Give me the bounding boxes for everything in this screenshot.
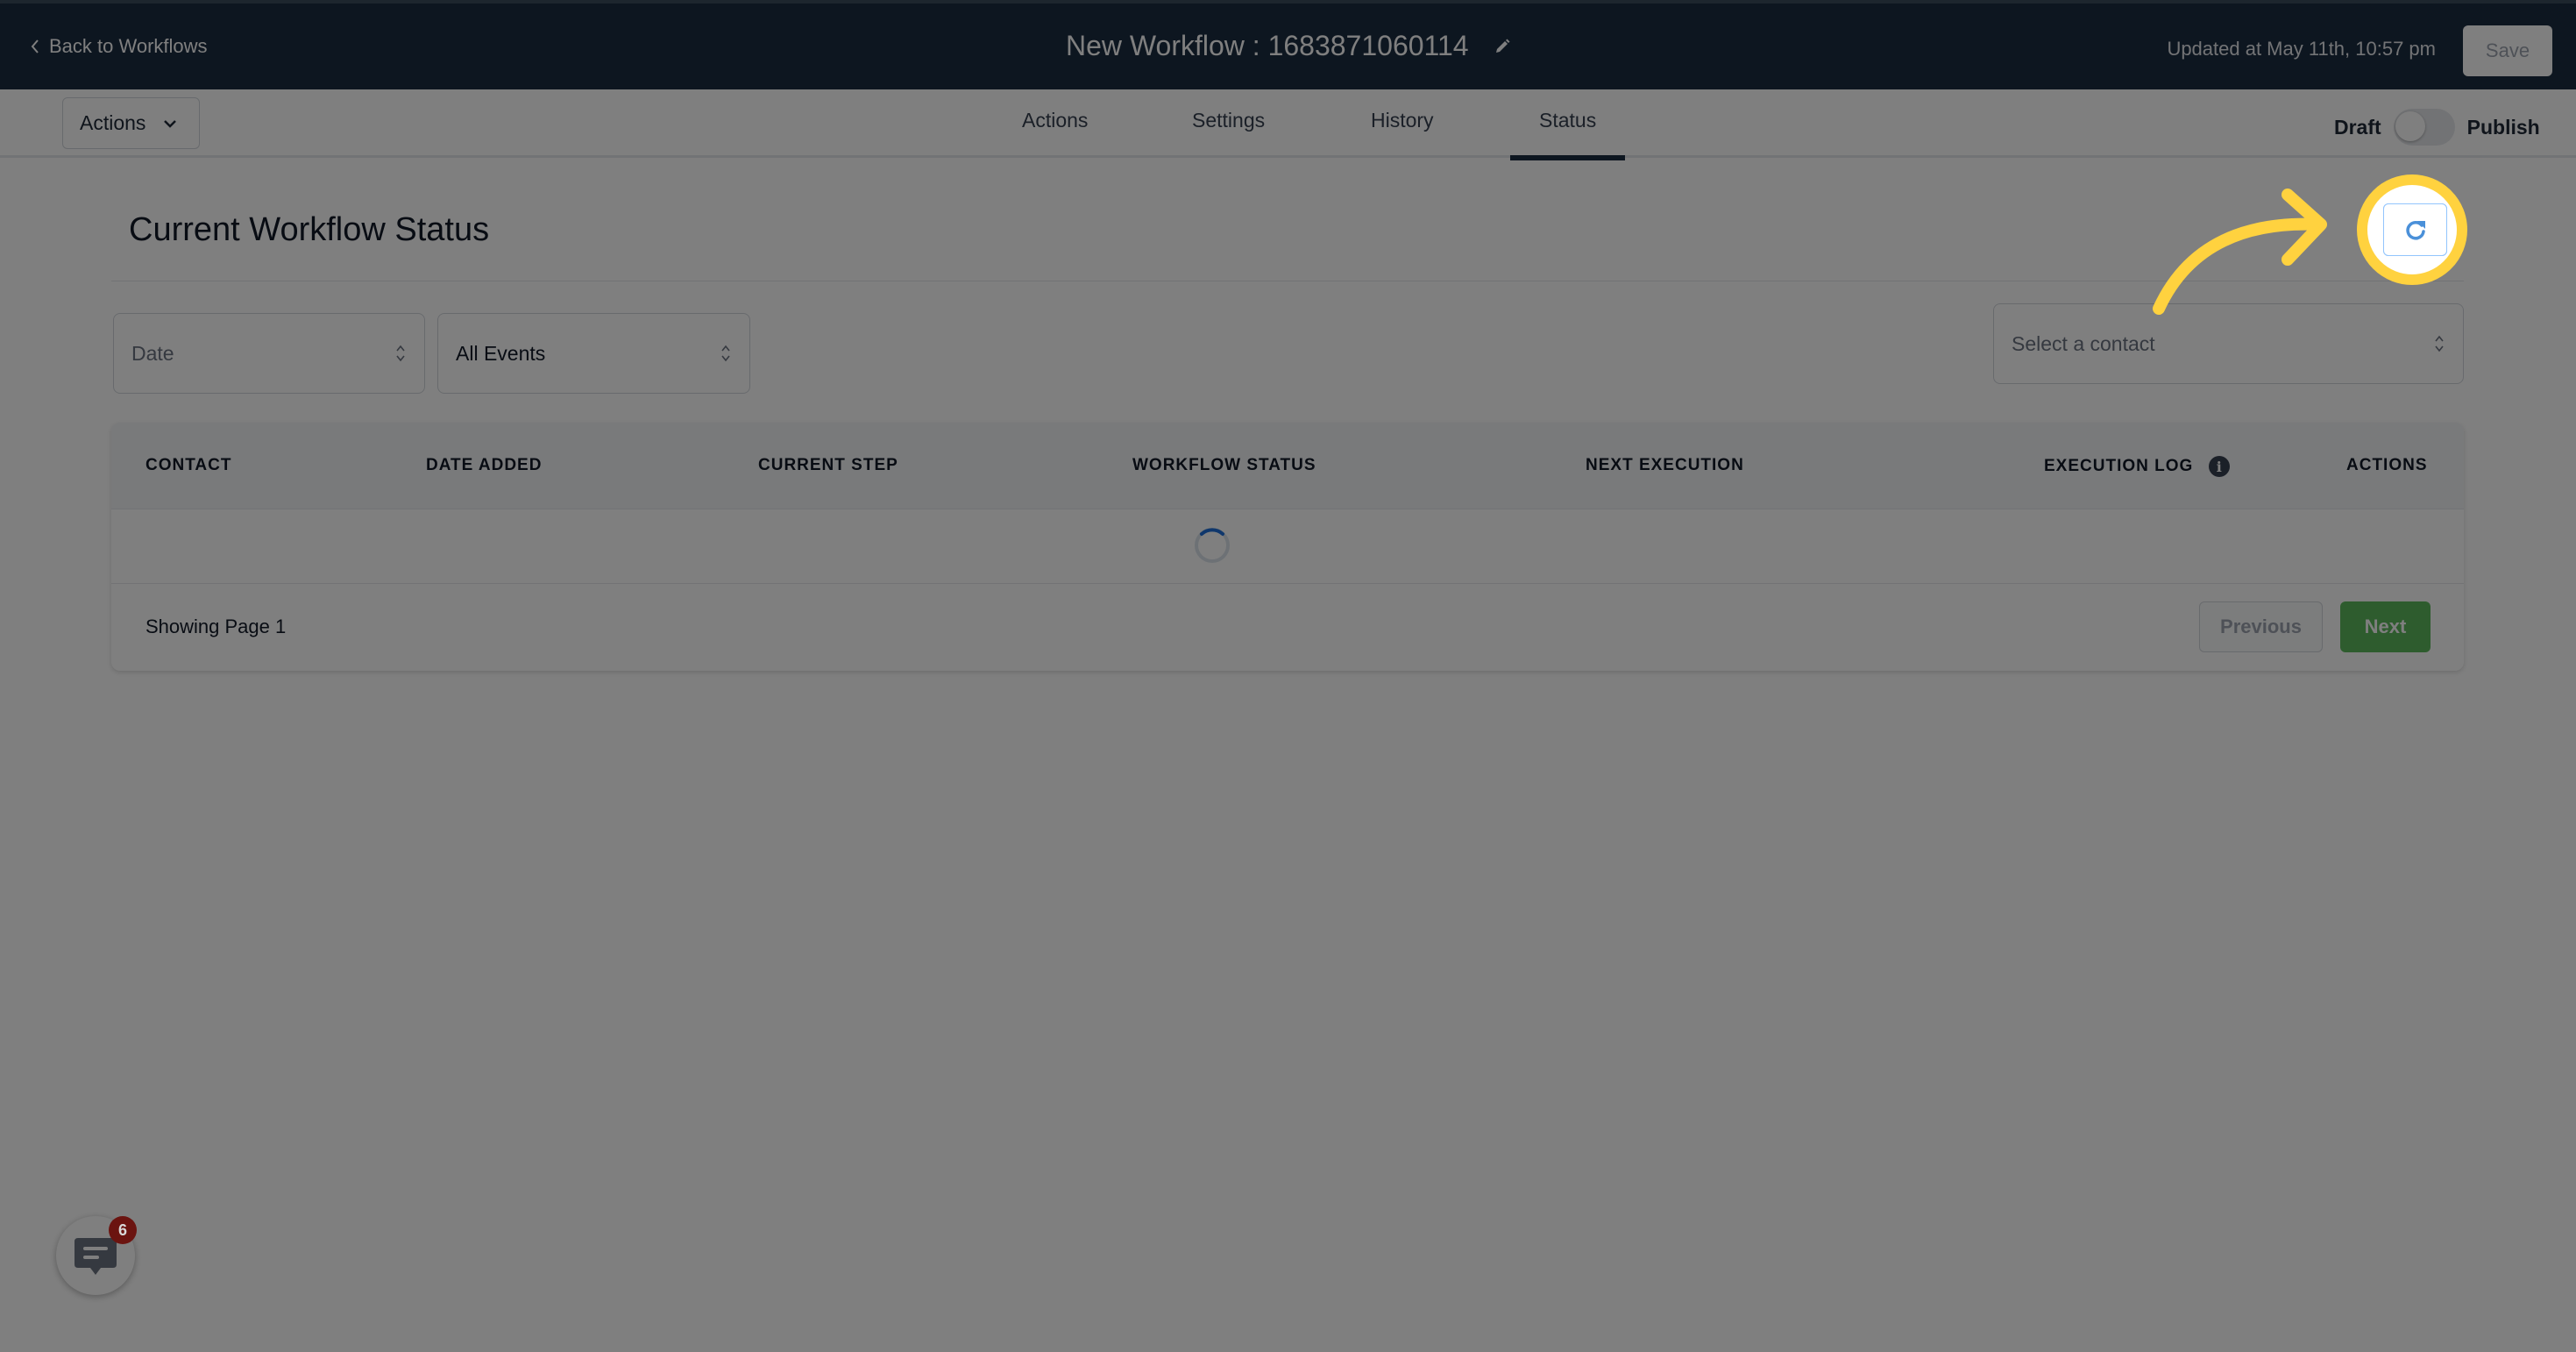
annotation-arrow-shaft (2153, 217, 2324, 315)
pencil-edit-icon[interactable] (1494, 38, 1511, 55)
column-header-actions: ACTIONS (2346, 456, 2428, 474)
save-button[interactable]: Save (2463, 25, 2552, 76)
next-page-button[interactable]: Next (2340, 601, 2431, 652)
publish-label: Publish (2466, 115, 2540, 139)
tutorial-annotation (2153, 174, 2467, 315)
date-filter-select[interactable]: Date (113, 313, 425, 394)
tab-actions[interactable]: Actions (1022, 109, 1088, 132)
pagination-status: Showing Page 1 (145, 616, 287, 637)
column-header-workflow-status: WORKFLOW STATUS (1132, 456, 1316, 474)
draft-label: Draft (2334, 115, 2381, 139)
tab-history[interactable]: History (1371, 109, 1434, 132)
updated-timestamp: Updated at May 11th, 10:57 pm (2167, 38, 2436, 60)
draft-publish-toggle-group: Draft Publish (2334, 109, 2540, 146)
tab-settings[interactable]: Settings (1192, 109, 1265, 132)
column-header-current-step: CURRENT STEP (758, 456, 898, 474)
events-filter-select[interactable]: All Events (437, 313, 750, 394)
column-header-contact: CONTACT (145, 456, 232, 474)
contact-filter-select[interactable]: Select a contact (1993, 303, 2464, 384)
publish-toggle[interactable] (2393, 109, 2455, 146)
info-icon[interactable]: i (2209, 456, 2231, 477)
annotation-arrow-head (2281, 189, 2327, 266)
top-header: Back to Workflows New Workflow : 1683871… (0, 0, 2576, 89)
contact-filter-placeholder: Select a contact (2012, 331, 2155, 355)
tabs: Actions Settings History Status (0, 89, 2576, 160)
workflow-status-table: CONTACT DATE ADDED CURRENT STEP WORKFLOW… (111, 423, 2464, 671)
table-footer: Showing Page 1 Previous Next (111, 585, 2464, 671)
refresh-icon (2405, 221, 2425, 240)
loading-spinner-icon (1195, 528, 1230, 563)
chevron-left-icon (31, 39, 39, 53)
chat-notification-badge: 6 (109, 1216, 137, 1244)
select-caret-icon (2435, 335, 2444, 352)
back-to-workflows-link[interactable]: Back to Workflows (30, 35, 208, 58)
table-header-row: CONTACT DATE ADDED CURRENT STEP WORKFLOW… (111, 423, 2464, 509)
workflow-title-text: New Workflow : 1683871060114 (1066, 30, 1469, 61)
execution-log-label: EXECUTION LOG (2044, 457, 2194, 475)
events-filter-value: All Events (456, 341, 546, 365)
workflow-title: New Workflow : 1683871060114 (1066, 30, 1511, 62)
dim-overlay (0, 0, 2576, 1352)
select-caret-icon (721, 345, 730, 362)
back-label: Back to Workflows (49, 35, 208, 57)
toggle-knob (2395, 111, 2425, 141)
select-caret-icon (396, 345, 405, 362)
tab-status[interactable]: Status (1509, 109, 1626, 160)
column-header-next-execution: NEXT EXECUTION (1586, 456, 1744, 474)
date-filter-placeholder: Date (131, 341, 174, 365)
table-body (111, 509, 2464, 584)
column-header-date-added: DATE ADDED (426, 456, 543, 474)
previous-page-button[interactable]: Previous (2199, 601, 2323, 652)
column-header-execution-log: EXECUTION LOG i (2044, 456, 2231, 477)
page-title: Current Workflow Status (129, 211, 490, 248)
workflow-tab-bar: Actions Actions Settings History Status … (0, 89, 2576, 160)
refresh-button-highlighted[interactable] (2383, 203, 2447, 256)
